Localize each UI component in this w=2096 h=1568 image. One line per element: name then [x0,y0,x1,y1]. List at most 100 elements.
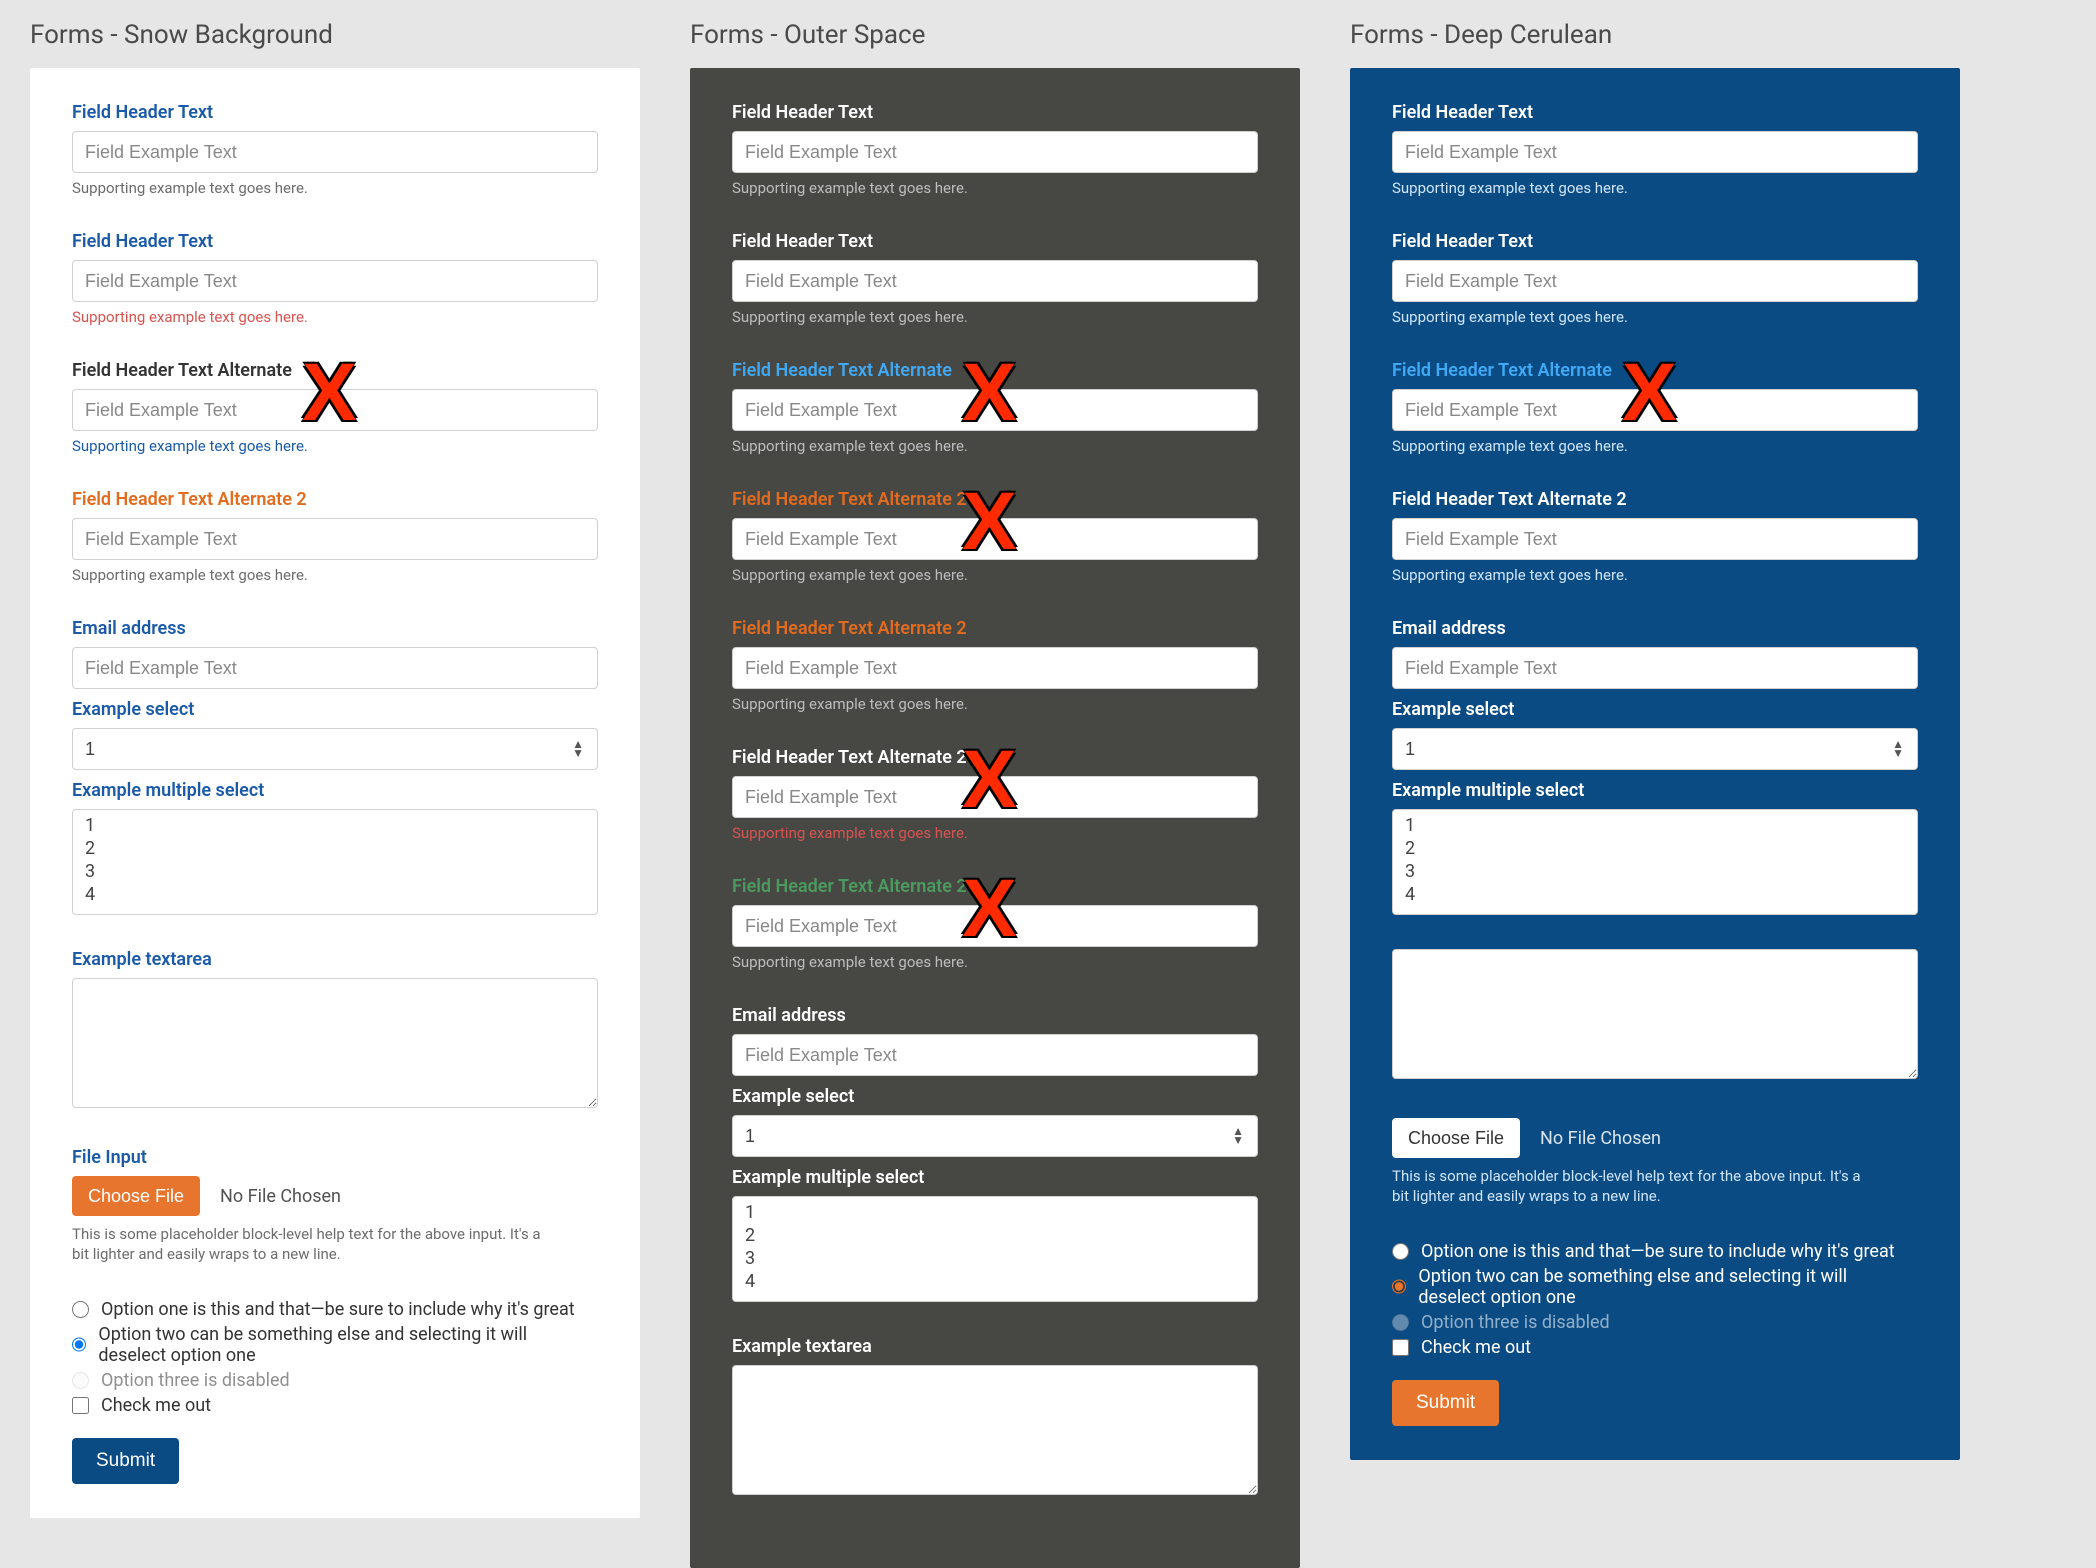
checkbox-option[interactable]: Check me out [1392,1337,1918,1358]
file-block: Choose FileNo File ChosenThis is some pl… [1392,1118,1918,1207]
multiselect-option[interactable]: 1 [745,1201,1245,1224]
radio-input[interactable] [1392,1243,1409,1260]
example-select[interactable]: 1 [72,728,598,770]
multiselect-option[interactable]: 3 [745,1247,1245,1270]
email-label: Email address [1392,618,1918,639]
radio-option[interactable]: Option two can be something else and sel… [1392,1266,1918,1308]
file-help-text: This is some placeholder block-level hel… [1392,1166,1872,1207]
multiselect-option[interactable]: 2 [1405,837,1905,860]
email-input[interactable] [1392,647,1918,689]
field-header: Field Header Text [1392,102,1918,123]
example-select[interactable]: 1 [732,1115,1258,1157]
text-input[interactable] [72,389,598,431]
multiselect-option[interactable]: 1 [85,814,585,837]
email-input[interactable] [732,1034,1258,1076]
multiselect-option[interactable]: 2 [85,837,585,860]
field-block: Field Header Text AlternateSupporting ex… [72,360,598,455]
radio-option[interactable]: Option one is this and that—be sure to i… [72,1299,598,1320]
text-input[interactable] [1392,389,1918,431]
example-textarea[interactable] [732,1365,1258,1495]
textarea-block: Example textarea [732,1336,1258,1500]
checkbox-input[interactable] [1392,1339,1409,1356]
multiselect-option[interactable]: 3 [1405,860,1905,883]
email-input[interactable] [72,647,598,689]
example-multiselect[interactable]: 1234 [1392,809,1918,915]
submit-button[interactable]: Submit [1392,1380,1499,1426]
field-header: Field Header Text [732,102,1258,123]
field-block: Field Header TextSupporting example text… [732,231,1258,326]
checkbox-label: Check me out [101,1395,211,1416]
text-input[interactable] [72,518,598,560]
text-input[interactable] [1392,518,1918,560]
text-input[interactable] [732,389,1258,431]
checkbox-input[interactable] [72,1397,89,1414]
supporting-text: Supporting example text goes here. [732,695,1258,713]
file-help-text: This is some placeholder block-level hel… [72,1224,552,1265]
text-input[interactable] [732,260,1258,302]
field-block: Field Header Text Alternate 2 Supporting … [732,876,1258,971]
supporting-text: Supporting example text goes here. [732,308,1258,326]
field-block: Field Header TextSupporting example text… [72,231,598,326]
supporting-text: Supporting example text goes here. [72,437,598,455]
choose-file-button[interactable]: Choose File [1392,1118,1520,1158]
form-panel: Field Header Text Supporting example text… [690,68,1300,1568]
select-block: Example select1▲▼ [72,699,598,770]
radio-input[interactable] [1392,1278,1406,1295]
supporting-text: Supporting example text goes here. [1392,179,1918,197]
field-block: Field Header Text Alternate 2Supporting … [732,618,1258,713]
text-input[interactable] [72,131,598,173]
field-header: Field Header Text Alternate 2 [732,489,1258,510]
multiselect-option[interactable]: 4 [1405,883,1905,906]
multiselect-option[interactable]: 1 [1405,814,1905,837]
radio-option[interactable]: Option one is this and that—be sure to i… [1392,1241,1918,1262]
supporting-text: Supporting example text goes here. [1392,308,1918,326]
field-header: Field Header Text Alternate [732,360,1258,381]
multiselect-label: Example multiple select [1392,780,1918,801]
supporting-text: Supporting example text goes here. [1392,566,1918,584]
text-input[interactable] [732,131,1258,173]
email-label: Email address [72,618,598,639]
select-label: Example select [72,699,598,720]
radio-option: Option three is disabled [1392,1312,1918,1333]
multiselect-option[interactable]: 4 [85,883,585,906]
supporting-text: Supporting example text goes here. [72,179,598,197]
field-block: Field Header Text AlternateSupporting ex… [732,360,1258,455]
field-block: Field Header TextSupporting example text… [72,102,598,197]
supporting-text: Supporting example text goes here. [72,308,598,326]
example-textarea[interactable] [1392,949,1918,1079]
email-block: Email address [732,1005,1258,1076]
text-input[interactable] [732,518,1258,560]
example-multiselect[interactable]: 1234 [72,809,598,915]
multiselect-label: Example multiple select [72,780,598,801]
example-multiselect[interactable]: 1234 [732,1196,1258,1302]
panel-title: Forms - Deep Cerulean [1350,20,1960,50]
checkbox-option[interactable]: Check me out [72,1395,598,1416]
textarea-label: Example textarea [732,1336,1258,1357]
file-status: No File Chosen [220,1186,341,1207]
text-input[interactable] [1392,131,1918,173]
email-block: Email address [72,618,598,689]
text-input[interactable] [732,776,1258,818]
field-header: Field Header Text Alternate 2 [732,876,1258,897]
textarea-block: Example textarea [72,949,598,1113]
multiselect-option[interactable]: 2 [745,1224,1245,1247]
textarea-block [1392,949,1918,1084]
supporting-text: Supporting example text goes here. [732,953,1258,971]
example-select[interactable]: 1 [1392,728,1918,770]
submit-button[interactable]: Submit [72,1438,179,1484]
radio-label: Option two can be something else and sel… [1418,1266,1918,1308]
supporting-text: Supporting example text goes here. [732,179,1258,197]
radio-label: Option three is disabled [1421,1312,1610,1333]
text-input[interactable] [732,647,1258,689]
choose-file-button[interactable]: Choose File [72,1176,200,1216]
radio-input[interactable] [72,1336,86,1353]
text-input[interactable] [732,905,1258,947]
text-input[interactable] [1392,260,1918,302]
radio-option[interactable]: Option two can be something else and sel… [72,1324,598,1366]
radio-input[interactable] [72,1301,89,1318]
text-input[interactable] [72,260,598,302]
example-textarea[interactable] [72,978,598,1108]
file-label: File Input [72,1147,598,1168]
multiselect-option[interactable]: 4 [745,1270,1245,1293]
multiselect-option[interactable]: 3 [85,860,585,883]
